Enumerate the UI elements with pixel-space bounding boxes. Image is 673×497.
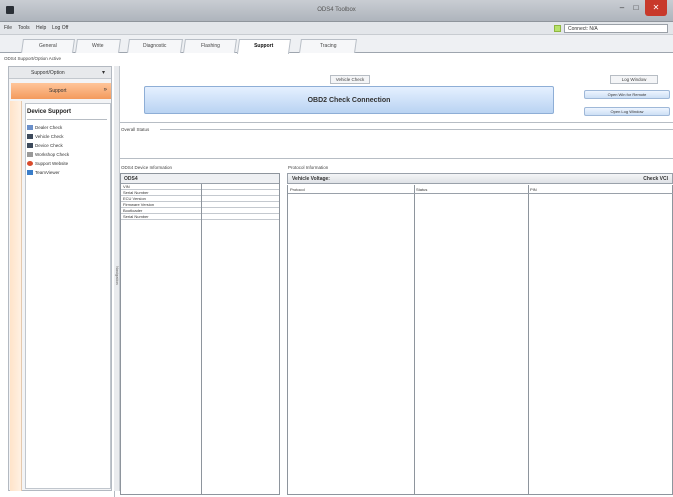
document-icon bbox=[27, 125, 33, 130]
nav-item-dealer-check[interactable]: Dealer Check bbox=[27, 125, 62, 130]
nav-label: Support Website bbox=[35, 161, 69, 166]
sidebar-section-label: Support bbox=[49, 88, 67, 94]
sidebar-strip bbox=[10, 101, 22, 491]
obd2-check-connection-button[interactable]: OBD2 Check Connection bbox=[144, 86, 554, 114]
nav-label: Device Check bbox=[35, 143, 63, 148]
nav-item-device-check[interactable]: Device Check bbox=[27, 143, 63, 148]
tab-label: Diagnostic bbox=[143, 43, 167, 49]
table-row: Serial Number bbox=[121, 214, 279, 220]
tab-label: Flashing bbox=[200, 43, 220, 49]
open-log-window-button[interactable]: Open Log Window bbox=[584, 107, 670, 116]
nav-label: Dealer Check bbox=[35, 125, 63, 130]
column-divider bbox=[201, 184, 202, 494]
menu-file[interactable]: File bbox=[4, 25, 12, 31]
protocol-table bbox=[287, 185, 673, 495]
divider bbox=[27, 119, 107, 120]
nav-item-support-website[interactable]: Support Website bbox=[27, 161, 68, 166]
device-table-header: ODS4 bbox=[121, 174, 279, 184]
protocol-info-title: Protocol Information bbox=[288, 165, 329, 170]
vehicle-voltage-header: Vehicle Voltage: Check VCI bbox=[287, 173, 673, 184]
vehicle-voltage-label: Vehicle Voltage: bbox=[292, 176, 330, 182]
menu-bar: File Tools Help Log Off Connect: N/A bbox=[0, 22, 673, 35]
tab-label: Write bbox=[92, 43, 104, 49]
maximize-button[interactable]: □ bbox=[629, 0, 643, 16]
tab-support[interactable]: Support bbox=[236, 39, 292, 54]
log-window-group-title: Log Window bbox=[610, 75, 658, 84]
tab-diagnostic[interactable]: Diagnostic bbox=[127, 39, 183, 53]
device-info-table: ODS4 VIN Serial Number ECU Version Firmw… bbox=[120, 173, 280, 495]
check-vci-label: Check VCI bbox=[643, 176, 668, 182]
sidebar-header-label: Support/Option bbox=[31, 70, 65, 76]
nav-label: Workshop Check bbox=[35, 152, 70, 157]
sidebar-header: Support/Option ▾ bbox=[9, 67, 111, 79]
tab-label: Support bbox=[254, 43, 274, 49]
column-divider bbox=[414, 185, 415, 495]
sidebar: Support/Option ▾ Support » Device Suppor… bbox=[8, 66, 112, 491]
column-divider bbox=[528, 185, 529, 495]
device-info-title: ODS4 Device Information bbox=[121, 165, 173, 170]
nav-item-workshop-check[interactable]: Workshop Check bbox=[27, 152, 69, 157]
divider bbox=[120, 158, 673, 159]
divider bbox=[120, 122, 673, 123]
open-win-remote-button[interactable]: Open Win for Remote bbox=[584, 90, 670, 99]
tab-flashing[interactable]: Flashing bbox=[183, 39, 237, 53]
device-icon bbox=[27, 143, 33, 148]
teamviewer-icon bbox=[27, 170, 33, 175]
column-header-status[interactable]: Status bbox=[414, 185, 528, 194]
tab-write[interactable]: Write bbox=[75, 39, 121, 53]
window-title: ODS4 Toolbox bbox=[317, 7, 356, 13]
overall-status-label: Overall Status bbox=[121, 127, 150, 132]
divider bbox=[160, 129, 673, 130]
sidebar-section-support[interactable]: Support » bbox=[11, 83, 111, 99]
tab-label: General bbox=[39, 43, 57, 49]
tab-tracing[interactable]: Tracing bbox=[299, 39, 357, 53]
close-button[interactable]: ✕ bbox=[645, 0, 667, 16]
menu-help[interactable]: Help bbox=[36, 25, 46, 31]
breadcrumb: ODS4 Support/Option Active bbox=[4, 56, 62, 61]
nav-label: Vehicle Check bbox=[35, 134, 64, 139]
vehicle-check-group-title: Vehicle Check bbox=[330, 75, 370, 84]
connection-status-field[interactable]: Connect: N/A bbox=[564, 24, 668, 33]
tab-label: Tracing bbox=[319, 43, 337, 49]
vehicle-icon bbox=[27, 134, 33, 139]
nav-label: TeamViewer bbox=[35, 170, 60, 175]
connection-indicator-icon bbox=[554, 25, 561, 32]
device-support-title: Device Support bbox=[27, 109, 72, 115]
pin-icon[interactable]: ▾ bbox=[102, 69, 105, 76]
menu-tools[interactable]: Tools bbox=[18, 25, 30, 31]
menu-log-off[interactable]: Log Off bbox=[52, 25, 68, 31]
title-bar: ODS4 Toolbox – □ ✕ bbox=[0, 0, 673, 22]
column-header-pin[interactable]: PIN bbox=[528, 185, 673, 194]
tab-general[interactable]: General bbox=[21, 39, 75, 53]
column-header-protocol[interactable]: Protocol bbox=[288, 185, 414, 194]
nav-item-vehicle-check[interactable]: Vehicle Check bbox=[27, 134, 64, 139]
workshop-icon bbox=[27, 152, 33, 157]
globe-icon bbox=[27, 161, 33, 166]
nav-item-teamviewer[interactable]: TeamViewer bbox=[27, 170, 60, 175]
minimize-button[interactable]: – bbox=[615, 0, 629, 16]
chevron-right-icon: » bbox=[103, 87, 107, 93]
ribbon-tab-bar: General Write Diagnostic Flashing Suppor… bbox=[0, 35, 673, 54]
